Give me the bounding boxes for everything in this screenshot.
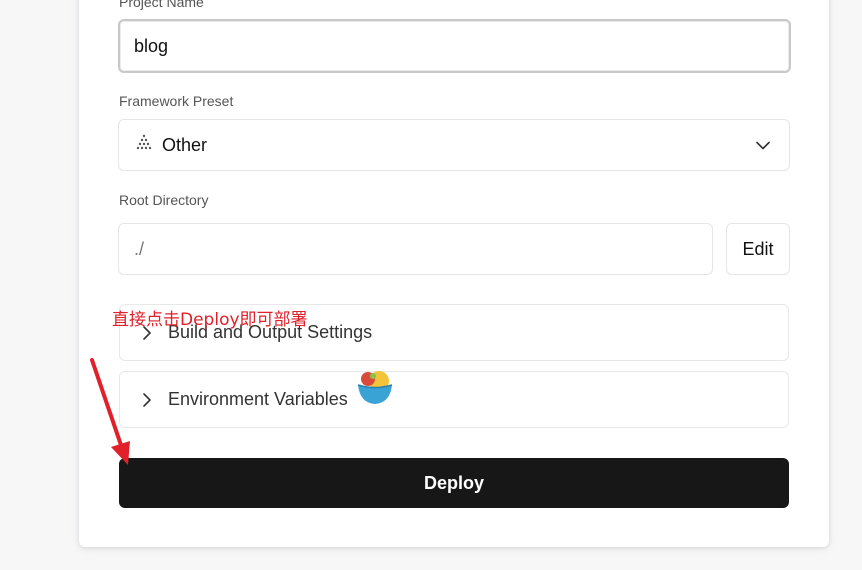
annotation-text: 直接点击Deploy即可部署	[112, 310, 308, 330]
environment-variables-toggle[interactable]: Environment Variables	[119, 371, 789, 428]
framework-preset-label: Framework Preset	[119, 93, 234, 109]
framework-preset-value: Other	[162, 134, 208, 155]
triangle-dots-icon	[134, 134, 154, 157]
project-name-input[interactable]: blog	[118, 19, 791, 73]
root-directory-input[interactable]: ./	[118, 223, 713, 275]
environment-variables-label: Environment Variables	[168, 389, 348, 409]
chevron-down-icon	[755, 135, 771, 156]
root-directory-value: ./	[134, 238, 145, 259]
chevron-right-icon	[142, 392, 152, 408]
project-name-label: Project Name	[119, 0, 204, 10]
root-directory-label: Root Directory	[119, 192, 209, 208]
red-arrow-icon	[90, 358, 130, 465]
deploy-button[interactable]: Deploy	[119, 458, 789, 508]
framework-preset-select[interactable]: Other	[118, 119, 790, 171]
bowl-emoji-icon	[357, 371, 393, 404]
project-name-value: blog	[134, 35, 169, 56]
edit-root-directory-button[interactable]: Edit	[726, 223, 790, 275]
